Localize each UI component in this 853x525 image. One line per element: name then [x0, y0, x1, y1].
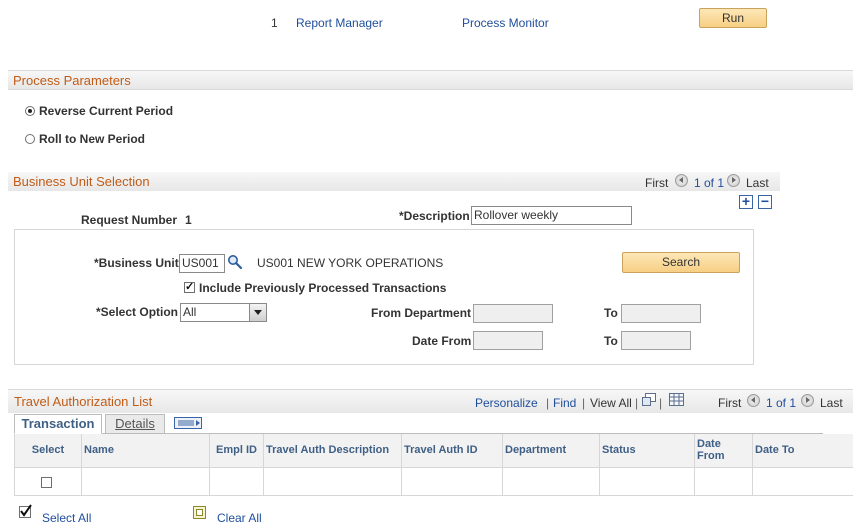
- include-processed-label: Include Previously Processed Transaction…: [199, 281, 447, 295]
- business-unit-input[interactable]: US001: [179, 254, 225, 273]
- process-parameters-title: Process Parameters: [13, 73, 131, 88]
- select-option-dropdown[interactable]: All: [180, 303, 267, 322]
- column-header-travel-auth-id: Travel Auth ID: [401, 434, 503, 468]
- bu-next-icon[interactable]: [727, 174, 740, 187]
- search-button[interactable]: Search: [622, 252, 740, 273]
- row-select-checkbox[interactable]: [41, 476, 52, 488]
- separator: |: [659, 396, 663, 410]
- description-label: *Description: [399, 209, 470, 223]
- status-cell: [599, 467, 695, 496]
- tal-first-label: First: [718, 396, 742, 410]
- tab-details[interactable]: Details: [105, 414, 165, 434]
- tab-transaction[interactable]: Transaction: [14, 414, 102, 434]
- select-cell: [14, 467, 82, 496]
- column-header-date-from: Date From: [694, 434, 753, 468]
- zoom-grid-icon[interactable]: [642, 393, 656, 406]
- add-row-icon[interactable]: +: [739, 194, 753, 209]
- description-cell: [263, 467, 402, 496]
- reverse-current-period-label: Reverse Current Period: [39, 104, 174, 118]
- delete-row-icon[interactable]: −: [758, 194, 772, 209]
- column-header-date-to: Date To: [752, 434, 853, 468]
- table-row: [14, 467, 853, 496]
- date-from-label: Date From: [412, 334, 472, 348]
- select-all-link[interactable]: Select All: [42, 511, 91, 525]
- run-button[interactable]: Run: [699, 8, 767, 28]
- column-header-name: Name: [81, 434, 210, 468]
- travel-authorization-grid: Select Name Empl ID Travel Auth Descript…: [14, 434, 853, 496]
- report-manager-link[interactable]: Report Manager: [296, 16, 383, 30]
- business-unit-name: US001 NEW YORK OPERATIONS: [257, 256, 444, 270]
- department-cell: [502, 467, 600, 496]
- bu-last-label: Last: [746, 176, 769, 190]
- tal-previous-icon[interactable]: [747, 394, 760, 407]
- roll-to-new-period-label: Roll to New Period: [39, 132, 146, 146]
- travel-authorization-list-header: Travel Authorization List Personalize | …: [8, 389, 853, 413]
- request-number-value: 1: [185, 213, 192, 227]
- date-to-input: [621, 331, 691, 350]
- column-header-travel-auth-description: Travel Auth Description: [263, 434, 402, 468]
- tal-next-icon[interactable]: [801, 394, 814, 407]
- column-header-status: Status: [599, 434, 695, 468]
- select-option-value: All: [183, 305, 197, 319]
- download-spreadsheet-icon[interactable]: [669, 393, 684, 406]
- column-header-empl-id: Empl ID: [209, 434, 264, 468]
- to-department-label: To: [604, 306, 618, 320]
- bu-range: 1 of 1: [694, 176, 725, 190]
- toolbar-number: 1: [271, 16, 278, 30]
- to-department-input: [621, 304, 701, 323]
- name-cell: [81, 467, 210, 496]
- roll-to-new-period-radio[interactable]: [25, 134, 35, 144]
- select-all-icon[interactable]: [19, 504, 33, 518]
- business-unit-label: *Business Unit: [94, 256, 179, 270]
- column-header-select: Select: [14, 434, 82, 468]
- separator: |: [546, 396, 550, 410]
- clear-all-link[interactable]: Clear All: [217, 511, 262, 525]
- personalize-link[interactable]: Personalize: [475, 396, 538, 410]
- date-from-cell: [694, 467, 753, 496]
- business-unit-selection-title: Business Unit Selection: [13, 174, 150, 189]
- include-processed-checkbox[interactable]: ✓: [184, 282, 195, 293]
- separator: |: [635, 396, 639, 410]
- lookup-search-icon[interactable]: [227, 254, 243, 270]
- show-all-columns-icon[interactable]: [174, 417, 202, 429]
- empl-id-cell: [209, 467, 264, 496]
- date-to-label: To: [604, 334, 618, 348]
- find-link[interactable]: Find: [553, 396, 576, 410]
- view-all-link[interactable]: View All: [590, 396, 632, 410]
- tal-last-label: Last: [820, 396, 843, 410]
- request-number-label: Request Number: [81, 213, 178, 227]
- travel-authorization-list-title: Travel Authorization List: [14, 394, 153, 409]
- from-department-label: From Department: [371, 306, 472, 320]
- select-option-label: *Select Option: [96, 305, 179, 319]
- date-from-input: [473, 331, 543, 350]
- auth-id-cell: [401, 467, 503, 496]
- bu-previous-icon[interactable]: [675, 174, 688, 187]
- process-monitor-link[interactable]: Process Monitor: [462, 16, 549, 30]
- tal-range: 1 of 1: [766, 396, 797, 410]
- bu-first-label: First: [645, 176, 669, 190]
- business-unit-selection-header: Business Unit Selection First 1 of 1 Las…: [8, 172, 780, 191]
- process-parameters-header: Process Parameters: [8, 70, 853, 90]
- clear-all-icon[interactable]: [193, 506, 207, 520]
- separator: |: [582, 396, 586, 410]
- from-department-input: [473, 304, 553, 323]
- date-to-cell: [752, 467, 853, 496]
- description-input[interactable]: Rollover weekly: [471, 206, 632, 225]
- reverse-current-period-radio[interactable]: [25, 106, 35, 116]
- chevron-down-icon[interactable]: [249, 304, 266, 321]
- column-header-department: Department: [502, 434, 600, 468]
